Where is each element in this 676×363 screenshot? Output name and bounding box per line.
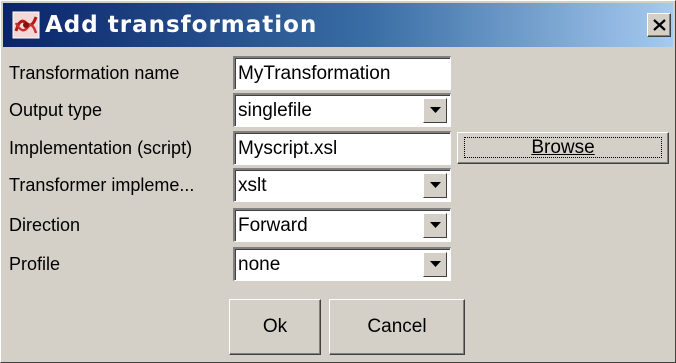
profile-value: none (238, 254, 281, 275)
profile-label: Profile (9, 254, 61, 274)
browse-button[interactable]: Browse (457, 132, 669, 164)
output-type-dropdown-button[interactable] (423, 98, 447, 123)
profile-dropdown-button[interactable] (423, 252, 447, 277)
add-transformation-dialog: Add transformation Transformation name M… (0, 0, 676, 363)
title-bar[interactable]: Add transformation (3, 3, 673, 47)
direction-value: Forward (238, 215, 308, 236)
transformer-implementation-select[interactable]: xslt (233, 168, 451, 202)
ok-button[interactable]: Ok (229, 299, 321, 355)
direction-select[interactable]: Forward (233, 208, 451, 242)
app-icon (12, 11, 40, 39)
transformer-implementation-value: xslt (238, 175, 267, 196)
direction-label: Direction (9, 215, 81, 235)
close-button[interactable] (647, 13, 671, 37)
dialog-title: Add transformation (45, 12, 318, 38)
transformation-name-label: Transformation name (9, 63, 180, 83)
output-type-select[interactable]: singlefile (233, 93, 451, 127)
browse-label: Browse (531, 137, 595, 158)
transformation-name-input[interactable]: MyTransformation (233, 56, 451, 90)
close-icon (653, 19, 666, 31)
profile-select[interactable]: none (233, 247, 451, 281)
implementation-script-value: Myscript.xsl (238, 138, 338, 159)
chevron-down-icon (430, 261, 441, 267)
transformer-implementation-label: Transformer impleme... (9, 175, 195, 195)
transformation-name-value: MyTransformation (238, 63, 391, 84)
direction-dropdown-button[interactable] (423, 213, 447, 238)
cancel-button[interactable]: Cancel (329, 299, 465, 355)
chevron-down-icon (430, 222, 441, 228)
chevron-down-icon (430, 182, 441, 188)
output-type-value: singlefile (238, 100, 312, 121)
chevron-down-icon (430, 107, 441, 113)
output-type-label: Output type (9, 100, 103, 120)
transformer-implementation-dropdown-button[interactable] (423, 173, 447, 198)
implementation-script-label: Implementation (script) (9, 138, 193, 158)
implementation-script-input[interactable]: Myscript.xsl (233, 131, 451, 165)
